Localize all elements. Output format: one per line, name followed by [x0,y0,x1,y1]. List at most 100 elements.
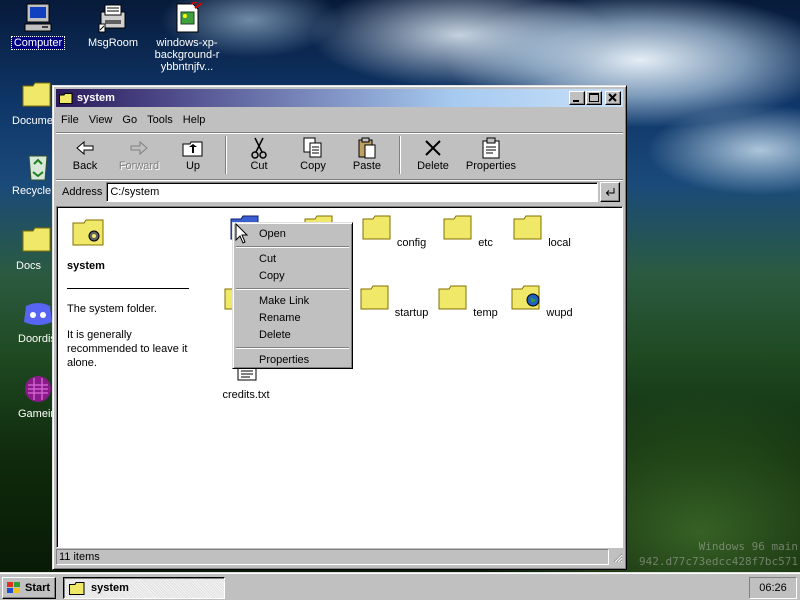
minimize-button[interactable] [569,91,585,105]
item-count: 11 items [56,549,609,565]
maximize-button[interactable] [586,91,602,105]
folder-icon [443,215,472,240]
build-watermark-line1: Windows 96 main [698,540,798,553]
menu-file[interactable]: File [56,114,84,126]
desktop-icon-label: Docs [16,260,42,272]
resize-grip-icon[interactable] [611,551,623,563]
paste-button[interactable]: Paste [340,136,394,172]
back-button[interactable]: Back [58,136,112,172]
panel-note: It is generally recommended to leave it … [67,329,188,369]
context-menu: Open Cut Copy Make Link Rename Delete Pr… [232,222,353,369]
desktop-icon-msgroom[interactable]: MsgRoom [75,2,151,49]
start-button[interactable]: Start [2,577,56,599]
copy-icon [303,137,322,158]
msgroom-icon [97,2,129,34]
menu-help[interactable]: Help [178,114,211,126]
panel-divider [67,288,189,289]
forward-arrow-icon [130,140,148,156]
address-input[interactable]: C:/system [106,181,598,202]
panel-description: The system folder. [67,303,157,315]
computer-icon [22,2,54,34]
menu-go[interactable]: Go [117,114,142,126]
forward-button[interactable]: Forward [112,136,166,172]
context-copy[interactable]: Copy [235,268,350,285]
file-item-startup[interactable]: startup [358,283,430,319]
forward-label: Forward [118,160,160,172]
context-rename[interactable]: Rename [235,310,350,327]
file-item-etc[interactable]: etc [432,213,504,249]
menu-view[interactable]: View [84,114,118,126]
back-arrow-icon [76,140,94,156]
go-button[interactable] [600,181,620,202]
address-bar: Address C:/system [56,179,623,203]
file-item-config[interactable]: config [358,213,430,249]
game-icon [22,373,54,405]
windows-logo-icon [7,582,20,593]
taskbar: Start system 06:26 [0,572,800,600]
paste-label: Paste [352,160,382,172]
file-item-label: startup [394,307,429,319]
up-label: Up [185,160,201,172]
file-item-wupd[interactable]: wupd [506,283,578,319]
cut-label: Cut [250,160,268,172]
address-label: Address [62,185,103,198]
task-label: system [91,582,129,594]
enter-arrow-icon [605,187,615,196]
delete-button[interactable]: Delete [406,136,460,172]
delete-label: Delete [417,160,449,172]
globe-folder-icon [511,285,540,310]
menu-separator [236,288,349,290]
copy-button[interactable]: Copy [286,136,340,172]
menu-bar: File View Go Tools Help [56,110,623,130]
folder-icon [360,285,389,310]
scissors-icon [251,137,267,159]
maximize-icon [589,93,599,102]
file-item-local[interactable]: local [506,213,578,249]
title-bar[interactable]: system [56,89,623,107]
desktop-icon-label: Computer [10,36,66,50]
folder-icon [59,92,73,104]
context-properties[interactable]: Properties [235,352,350,369]
toolbar-separator [225,136,227,174]
desktop-icon-wallpaper-file[interactable]: windows-xp-background-rybbntnjfv... [149,0,225,73]
file-item-label: temp [473,307,498,319]
menu-tools[interactable]: Tools [142,114,178,126]
discord-icon [22,298,54,330]
image-file-icon [171,0,203,34]
folder-icon [438,285,467,310]
close-icon [608,93,617,102]
file-item-label: local [548,237,571,249]
file-item-label: credits.txt [222,389,270,401]
up-button[interactable]: Up [166,136,220,172]
desktop-icon-label: Recycle [12,185,52,197]
file-item-temp[interactable]: temp [432,283,504,319]
context-open[interactable]: Open [235,226,350,243]
context-make-link[interactable]: Make Link [235,293,350,310]
properties-icon [482,137,500,159]
paste-icon [358,137,376,159]
toolbar: Back Forward Up Cut Copy Paste Delete Pr… [56,132,623,178]
properties-button[interactable]: Properties [460,136,522,172]
desktop-icon-label: windows-xp-background-rybbntnjfv... [154,37,220,73]
desktop-icon-computer[interactable]: Computer [0,2,76,50]
cut-button[interactable]: Cut [232,136,286,172]
system-tray-clock[interactable]: 06:26 [749,577,797,599]
properties-label: Properties [465,160,517,172]
context-delete[interactable]: Delete [235,327,350,344]
toolbar-separator [399,136,401,174]
panel-title: system [67,260,105,272]
taskbar-task-system[interactable]: system [63,577,225,599]
desktop-icon-label: Docume [12,115,53,127]
status-bar: 11 items [56,548,623,566]
file-item-label: wupd [546,307,573,319]
window-title: system [77,92,115,104]
build-watermark-line2: 942.d77c73edcc428f7bc571 [639,555,798,568]
file-item-label: etc [478,237,493,249]
folder-icon [513,215,542,240]
mouse-cursor-icon [235,223,249,244]
context-cut[interactable]: Cut [235,251,350,268]
folder-icon [362,215,391,240]
close-button[interactable] [605,91,621,105]
back-label: Back [72,160,98,172]
menu-separator [236,347,349,349]
